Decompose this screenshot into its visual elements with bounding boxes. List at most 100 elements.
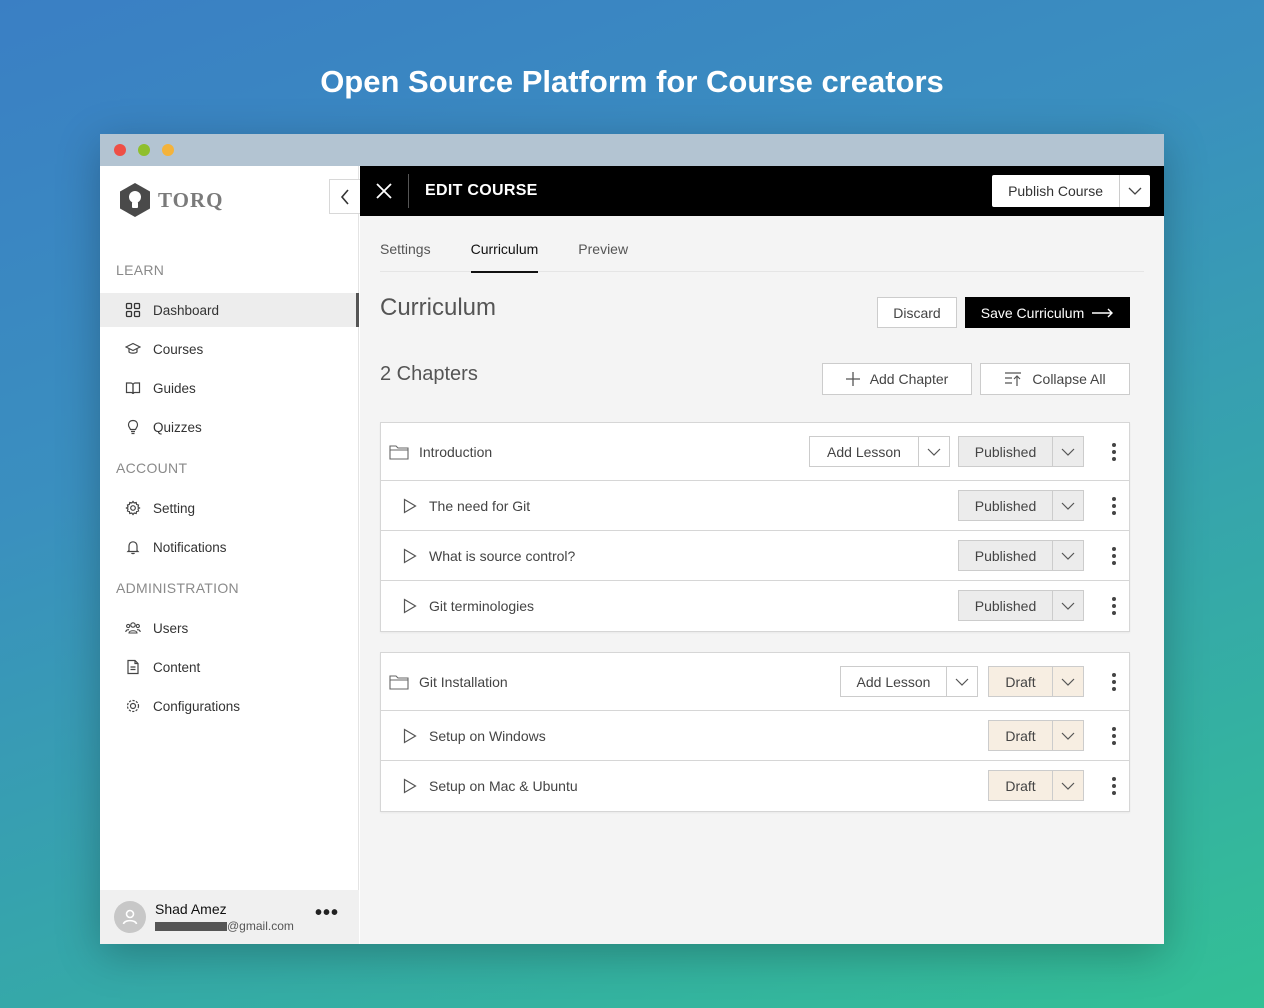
more-options-icon[interactable] xyxy=(1111,597,1117,615)
sidebar-item-dashboard[interactable]: Dashboard xyxy=(100,293,359,327)
sidebar-item-label: Courses xyxy=(153,341,204,357)
chapter-header[interactable]: Git Installation Add Lesson Draft xyxy=(381,653,1129,711)
status-split-button: Draft xyxy=(988,720,1084,751)
more-options-icon[interactable] xyxy=(1111,546,1117,565)
lesson-title: Setup on Windows xyxy=(429,727,546,744)
more-options-icon[interactable] xyxy=(1111,672,1117,691)
publish-course-button[interactable]: Publish Course xyxy=(992,175,1120,207)
status-options-button[interactable] xyxy=(1053,771,1083,800)
status-split-button: Draft xyxy=(988,666,1084,697)
bell-icon xyxy=(126,541,140,555)
user-menu-button[interactable]: ••• xyxy=(315,903,339,923)
sidebar-item-setting[interactable]: Setting xyxy=(100,491,359,525)
status-badge[interactable]: Published xyxy=(959,591,1053,620)
section-label-learn: LEARN xyxy=(116,262,165,278)
lesson-row[interactable]: Setup on Mac & Ubuntu Draft xyxy=(381,761,1129,811)
user-info: Shad Amez @gmail.com xyxy=(155,901,294,933)
add-chapter-button[interactable]: Add Chapter xyxy=(822,363,972,395)
chevron-down-icon xyxy=(1061,678,1075,686)
add-lesson-button[interactable]: Add Lesson xyxy=(810,437,919,466)
section-label-administration: ADMINISTRATION xyxy=(116,580,239,596)
sidebar-item-quizzes[interactable]: Quizzes xyxy=(100,410,359,444)
add-lesson-button[interactable]: Add Lesson xyxy=(841,667,947,696)
sidebar-item-content[interactable]: Content xyxy=(100,650,359,684)
logo-icon xyxy=(120,183,150,217)
chevron-down-icon xyxy=(1061,782,1075,790)
page-title: EDIT COURSE xyxy=(425,182,538,199)
lesson-row[interactable]: Setup on Windows Draft xyxy=(381,711,1129,761)
play-icon xyxy=(403,547,417,564)
chapter-card: Git Installation Add Lesson Draft Setup … xyxy=(380,652,1130,812)
chevron-down-icon xyxy=(1061,552,1075,560)
more-options-icon[interactable] xyxy=(1111,442,1117,461)
window-titlebar xyxy=(100,134,1164,166)
lesson-row[interactable]: What is source control? Published xyxy=(381,531,1129,581)
minimize-window-dot[interactable] xyxy=(162,144,174,156)
status-options-button[interactable] xyxy=(1053,541,1083,570)
sidebar-item-label: Configurations xyxy=(153,698,241,714)
status-options-button[interactable] xyxy=(1053,721,1083,750)
close-window-dot[interactable] xyxy=(114,144,126,156)
discard-button[interactable]: Discard xyxy=(877,297,957,328)
lesson-row[interactable]: The need for Git Published xyxy=(381,481,1129,531)
chapter-title: Introduction xyxy=(419,443,493,460)
user-email: @gmail.com xyxy=(155,919,294,933)
cog-icon xyxy=(126,699,140,713)
redacted-email-block xyxy=(155,921,227,931)
status-options-button[interactable] xyxy=(1053,667,1083,696)
status-badge[interactable]: Draft xyxy=(989,771,1053,800)
lightbulb-icon xyxy=(127,419,139,435)
chevron-down-icon xyxy=(1061,602,1075,610)
chevron-down-icon xyxy=(1061,502,1075,510)
sidebar-item-notifications[interactable]: Notifications xyxy=(100,530,359,564)
collapse-list-icon xyxy=(1005,372,1022,386)
collapse-sidebar-button[interactable] xyxy=(329,179,360,214)
chapter-card: Introduction Add Lesson Published The ne… xyxy=(380,422,1130,632)
status-split-button: Published xyxy=(958,490,1084,521)
avatar[interactable] xyxy=(114,901,146,933)
sidebar-item-label: Dashboard xyxy=(153,302,220,318)
folder-icon xyxy=(389,444,409,460)
status-options-button[interactable] xyxy=(1053,591,1083,620)
status-badge[interactable]: Published xyxy=(959,491,1053,520)
lesson-title: What is source control? xyxy=(429,547,576,564)
more-options-icon[interactable] xyxy=(1111,726,1117,745)
status-badge[interactable]: Draft xyxy=(989,721,1053,750)
lesson-row[interactable]: Git terminologies Published xyxy=(381,581,1129,631)
sidebar-item-label: Setting xyxy=(153,500,196,516)
section-label-account: ACCOUNT xyxy=(116,460,188,476)
close-editor-button[interactable] xyxy=(360,174,409,208)
logo[interactable]: TORQ xyxy=(118,182,223,218)
sidebar-item-guides[interactable]: Guides xyxy=(100,371,359,405)
status-badge[interactable]: Published xyxy=(959,437,1053,466)
editor-tabs: Settings Curriculum Preview xyxy=(380,216,1144,273)
sidebar-item-courses[interactable]: Courses xyxy=(100,332,359,366)
document-icon xyxy=(127,659,139,675)
more-options-icon[interactable] xyxy=(1111,777,1117,795)
book-icon xyxy=(125,382,141,395)
page-headline: Open Source Platform for Course creators xyxy=(320,64,944,99)
tab-curriculum[interactable]: Curriculum xyxy=(470,216,538,273)
sidebar-item-configurations[interactable]: Configurations xyxy=(100,689,359,723)
save-curriculum-button[interactable]: Save Curriculum xyxy=(965,297,1130,328)
collapse-all-button[interactable]: Collapse All xyxy=(980,363,1130,395)
chevron-left-icon xyxy=(340,188,349,205)
sidebar-item-users[interactable]: Users xyxy=(100,611,359,645)
more-options-icon[interactable] xyxy=(1111,496,1117,515)
tab-settings[interactable]: Settings xyxy=(380,216,431,272)
add-lesson-options-button[interactable] xyxy=(947,667,977,696)
add-lesson-options-button[interactable] xyxy=(919,437,949,466)
chapter-header[interactable]: Introduction Add Lesson Published xyxy=(381,423,1129,481)
status-badge[interactable]: Draft xyxy=(989,667,1053,696)
publish-options-button[interactable] xyxy=(1120,175,1150,207)
sidebar-item-label: Content xyxy=(153,659,201,675)
tab-preview[interactable]: Preview xyxy=(578,216,628,272)
chevron-down-icon xyxy=(1061,732,1075,740)
status-options-button[interactable] xyxy=(1053,437,1083,466)
add-lesson-split-button: Add Lesson xyxy=(809,436,950,467)
status-options-button[interactable] xyxy=(1053,491,1083,520)
status-badge[interactable]: Published xyxy=(959,541,1053,570)
maximize-window-dot[interactable] xyxy=(138,144,150,156)
folder-icon xyxy=(389,674,409,690)
lesson-title: The need for Git xyxy=(429,497,531,514)
